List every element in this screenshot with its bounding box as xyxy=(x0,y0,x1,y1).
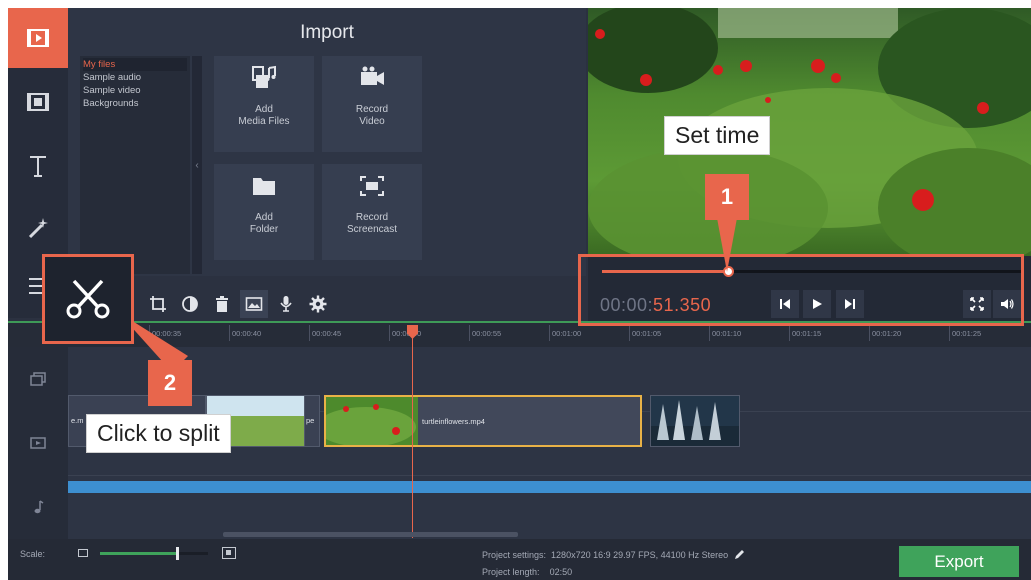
selected-video-clip[interactable]: turtleinflowers.mp4 xyxy=(324,395,642,447)
record-audio-button[interactable] xyxy=(272,290,300,318)
clip-name: pe xyxy=(306,416,315,425)
scale-label: Scale: xyxy=(20,549,46,559)
record-video-button[interactable]: Record Video xyxy=(322,56,422,152)
sidebar-item-import[interactable] xyxy=(8,8,68,68)
tile-label: Record xyxy=(355,212,389,223)
record-screencast-button[interactable]: Record Screencast xyxy=(322,164,422,260)
image-icon xyxy=(245,297,263,311)
video-track-icon xyxy=(30,437,46,449)
trash-icon xyxy=(216,296,228,312)
zoom-slider-handle[interactable] xyxy=(175,547,179,560)
film-filter-icon xyxy=(27,93,49,111)
film-import-icon xyxy=(27,29,49,47)
track-divider xyxy=(68,475,1031,476)
project-settings-label: Project settings: xyxy=(482,550,547,560)
preview-frame-image xyxy=(588,8,1031,256)
clip-thumbnail xyxy=(651,396,739,446)
timeline-scrollbar[interactable] xyxy=(223,532,518,537)
files-list-item[interactable]: Sample video xyxy=(83,84,187,97)
callout-1-label: Set time xyxy=(664,116,771,155)
ruler-tick: 00:01:25 xyxy=(948,325,982,341)
files-list-item[interactable]: My files xyxy=(83,58,187,71)
tile-label: Folder xyxy=(249,224,279,235)
export-button[interactable]: Export xyxy=(899,546,1019,577)
split-button[interactable] xyxy=(42,254,134,344)
project-settings-value: 1280x720 16:9 29.97 FPS, 44100 Hz Stereo xyxy=(551,550,729,560)
tile-label: Add xyxy=(255,104,273,115)
ruler-tick: 00:01:20 xyxy=(868,325,902,341)
ruler-tick: 00:01:00 xyxy=(548,325,582,341)
magic-wand-icon xyxy=(28,218,48,239)
contrast-icon xyxy=(182,296,198,312)
video-preview xyxy=(588,8,1031,256)
video-track-header xyxy=(8,411,68,475)
add-folder-button[interactable]: Add Folder xyxy=(214,164,314,260)
clip-name: turtleinflowers.mp4 xyxy=(422,417,485,426)
crop-icon xyxy=(150,296,166,312)
tile-label: Media Files xyxy=(238,116,290,127)
clip-properties-button[interactable] xyxy=(240,290,268,318)
project-length-value: 02:50 xyxy=(549,567,573,577)
sidebar-item-titles[interactable] xyxy=(8,136,68,196)
folder-icon xyxy=(253,178,275,195)
collapse-list-handle[interactable]: ‹ xyxy=(192,56,202,274)
delete-button[interactable] xyxy=(208,290,236,318)
audio-clip[interactable] xyxy=(68,481,1031,493)
sidebar-item-filters[interactable] xyxy=(8,72,68,132)
callout-2-badge: 2 xyxy=(148,360,192,406)
sidebar-item-transitions[interactable] xyxy=(8,198,68,258)
video-clip[interactable]: pe xyxy=(304,395,320,447)
files-list-item[interactable]: Backgrounds xyxy=(83,97,187,110)
ruler-tick: 00:01:05 xyxy=(628,325,662,341)
ruler-tick: 00:00:40 xyxy=(228,325,262,341)
video-camera-icon xyxy=(361,66,384,85)
clip-name: e.m xyxy=(71,416,84,425)
import-title: Import xyxy=(300,22,354,43)
gear-icon xyxy=(309,295,327,313)
files-list: My files Sample audio Sample video Backg… xyxy=(80,56,190,274)
ruler-tick: 00:01:15 xyxy=(788,325,822,341)
microphone-icon xyxy=(280,296,292,312)
tile-label: Record xyxy=(355,104,389,115)
ruler-tick: 00:01:10 xyxy=(708,325,742,341)
track-headers xyxy=(8,347,68,539)
ruler-tick: 00:00:55 xyxy=(468,325,502,341)
callout-1-box xyxy=(578,254,1024,326)
zoom-out-button[interactable] xyxy=(78,549,88,557)
callout-2-label: Click to split xyxy=(86,414,231,453)
import-panel: Import My files Sample audio Sample vide… xyxy=(68,8,586,276)
ruler-tick: 00:00:45 xyxy=(308,325,342,341)
zoom-slider-fill xyxy=(100,552,176,555)
callout-1-pointer xyxy=(717,218,737,272)
pencil-icon[interactable] xyxy=(734,548,746,560)
playhead-line[interactable] xyxy=(412,325,413,538)
zoom-slider[interactable] xyxy=(100,547,208,560)
project-length-label: Project length: xyxy=(482,567,540,577)
music-note-icon xyxy=(34,500,44,514)
tile-label: Add xyxy=(255,212,273,223)
tile-label: Screencast xyxy=(346,224,398,235)
add-media-files-button[interactable]: Add Media Files xyxy=(214,56,314,152)
settings-button[interactable] xyxy=(304,290,332,318)
video-clip[interactable] xyxy=(650,395,740,447)
tile-label: Video xyxy=(359,116,385,127)
zoom-in-button[interactable] xyxy=(222,547,236,559)
media-files-icon xyxy=(252,65,276,88)
screencast-icon xyxy=(360,176,384,196)
status-bar: Scale: Project settings: 1280x720 16:9 2… xyxy=(8,539,1031,580)
scissors-icon xyxy=(66,279,110,319)
overlay-track-header xyxy=(8,347,68,411)
project-settings: Project settings: 1280x720 16:9 29.97 FP… xyxy=(482,548,746,560)
callout-1-badge: 1 xyxy=(705,174,749,220)
overlay-track-icon xyxy=(30,372,46,386)
audio-track-header xyxy=(8,475,68,539)
project-length: Project length: 02:50 xyxy=(482,567,572,577)
files-list-item[interactable]: Sample audio xyxy=(83,71,187,84)
titles-icon xyxy=(30,156,46,177)
clip-thumbnail xyxy=(326,397,418,445)
